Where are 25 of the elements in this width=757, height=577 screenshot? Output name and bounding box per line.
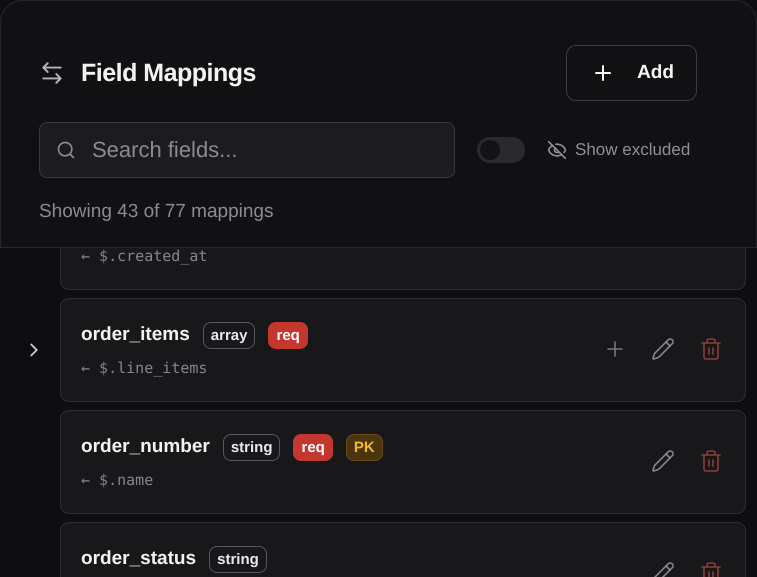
mapping-count: Showing 43 of 77 mappings <box>39 201 274 223</box>
search-input[interactable]: Search fields... <box>90 136 438 164</box>
edit-icon[interactable] <box>651 449 675 473</box>
source-path: ← $.created_at <box>81 248 208 265</box>
panel-title: Field Mappings <box>81 58 257 88</box>
add-button[interactable]: Add <box>566 45 697 101</box>
field-name: order_number <box>81 436 210 458</box>
edit-icon[interactable] <box>651 337 675 361</box>
field-name: order_status <box>81 548 196 570</box>
field-tag: array <box>202 322 256 348</box>
source-path: ← $.name <box>81 471 154 489</box>
source-path: ← $.line_items <box>81 359 208 377</box>
field-tag: string <box>209 546 267 572</box>
eye-off-icon <box>547 140 567 160</box>
search-field[interactable]: Search fields... <box>39 122 455 178</box>
field-tag: req <box>293 434 333 460</box>
toggle-switch[interactable] <box>477 137 525 163</box>
search-icon <box>56 140 76 160</box>
delete-icon[interactable] <box>699 449 723 473</box>
field-name: order_items <box>81 324 190 346</box>
toggle-label: Show excluded <box>575 140 690 160</box>
field-tag: req <box>268 322 308 348</box>
field-tag: PK <box>346 434 383 460</box>
delete-icon[interactable] <box>699 337 723 361</box>
field-tag: string <box>222 434 280 460</box>
